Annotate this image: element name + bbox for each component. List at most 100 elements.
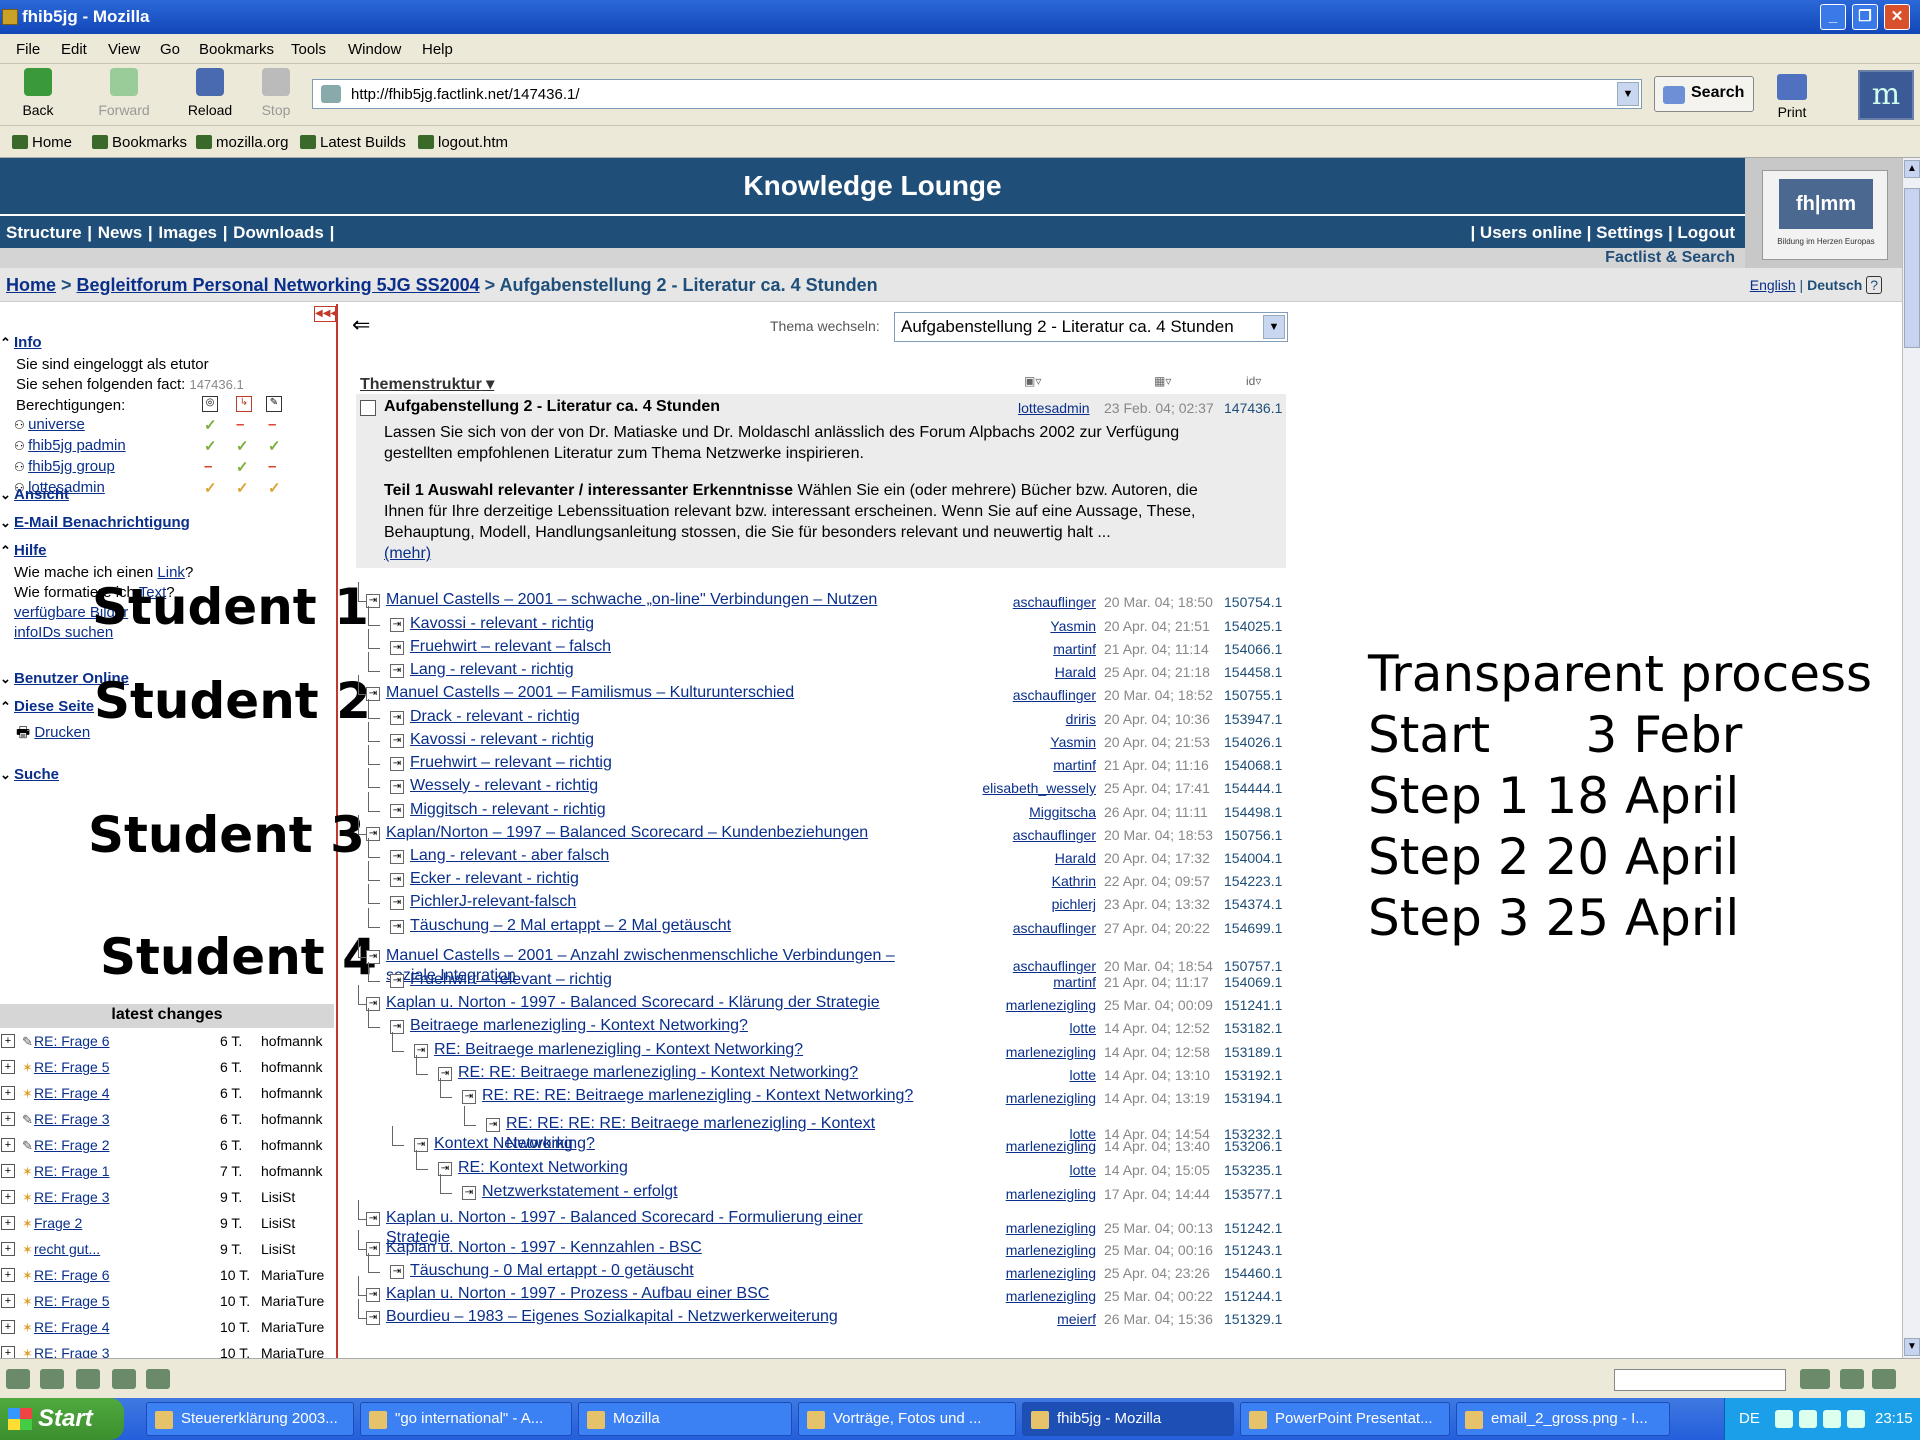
expand-icon[interactable]: +: [1, 1164, 15, 1178]
site-nav-left[interactable]: Structure | News | Images | Downloads |: [6, 223, 334, 243]
latest-change-item[interactable]: + ✶ RE: Frage 4 10 T. MariaTure: [0, 1316, 334, 1342]
latest-change-item[interactable]: + ✶ RE: Frage 4 6 T. hofmannk: [0, 1082, 334, 1108]
latest-change-title[interactable]: RE: Frage 1: [34, 1163, 109, 1179]
expand-icon[interactable]: ⇥: [390, 1265, 404, 1279]
taskbar-item[interactable]: "go international" - A...: [360, 1402, 572, 1436]
site-nav-right[interactable]: | Users online | Settings | Logout: [1470, 223, 1735, 243]
expand-icon[interactable]: +: [1, 1268, 15, 1282]
thread-author[interactable]: meierf: [1057, 1311, 1096, 1327]
scroll-down-icon[interactable]: ▼: [1904, 1338, 1920, 1356]
latest-change-title[interactable]: recht gut...: [34, 1241, 100, 1257]
diese-seite-link[interactable]: Diese Seite: [14, 698, 94, 715]
menu-edit[interactable]: Edit: [61, 41, 87, 58]
menu-window[interactable]: Window: [348, 41, 401, 58]
thread-author[interactable]: Kathrin: [1052, 873, 1096, 889]
email-link[interactable]: E-Mail Benachrichtigung: [14, 514, 190, 531]
expand-icon[interactable]: ⇥: [390, 734, 404, 748]
expand-icon[interactable]: +: [1, 1034, 15, 1048]
breadcrumb-forum[interactable]: Begleitforum Personal Networking 5JG SS2…: [77, 275, 480, 295]
info-section[interactable]: ⌃ Info: [0, 334, 42, 351]
thread-author[interactable]: Yasmin: [1050, 734, 1096, 750]
navigator-icon[interactable]: [6, 1369, 30, 1389]
thread-author[interactable]: marlenezigling: [1006, 1138, 1096, 1154]
thread-title[interactable]: Täuschung – 2 Mal ertappt – 2 Mal getäus…: [410, 917, 731, 935]
thread-author[interactable]: aschauflinger: [1013, 594, 1096, 610]
latest-change-title[interactable]: RE: Frage 3: [34, 1189, 109, 1205]
thread-title[interactable]: Kaplan/Norton – 1997 – Balanced Scorecar…: [386, 824, 868, 842]
thread-author[interactable]: driris: [1066, 711, 1096, 727]
thema-select[interactable]: Aufgabenstellung 2 - Literatur ca. 4 Stu…: [894, 312, 1288, 342]
scroll-thumb[interactable]: [1904, 188, 1920, 348]
latest-change-title[interactable]: RE: Frage 5: [34, 1293, 109, 1309]
thread-author[interactable]: Harald: [1055, 850, 1096, 866]
thread-title[interactable]: Kaplan u. Norton - 1997 - Kennzahlen - B…: [386, 1239, 702, 1257]
ansicht-link[interactable]: Ansicht: [14, 486, 69, 503]
expand-icon[interactable]: ⇥: [390, 804, 404, 818]
maximize-button[interactable]: ❐: [1852, 4, 1878, 30]
expand-icon[interactable]: ⇥: [366, 1311, 380, 1325]
expand-icon[interactable]: ⇥: [390, 664, 404, 678]
expand-icon[interactable]: ⇥: [390, 757, 404, 771]
expand-icon[interactable]: +: [1, 1294, 15, 1308]
ansicht-section[interactable]: ⌄ Ansicht: [0, 486, 69, 503]
tray-network-icon[interactable]: [1823, 1410, 1841, 1428]
thread-author[interactable]: marlenezigling: [1006, 1090, 1096, 1106]
hilfe-link[interactable]: Hilfe: [14, 542, 47, 559]
id-column-icon[interactable]: id▿: [1246, 374, 1274, 390]
security-icon[interactable]: [1800, 1369, 1830, 1389]
menu-bookmarks[interactable]: Bookmarks: [199, 41, 274, 58]
search-button[interactable]: Search: [1654, 76, 1754, 112]
expand-icon[interactable]: ⇥: [390, 641, 404, 655]
thread-title[interactable]: RE: RE: Beitraege marlenezigling - Konte…: [458, 1064, 858, 1082]
thread-author[interactable]: pichlerj: [1052, 896, 1096, 912]
bookmark-logout[interactable]: logout.htm: [418, 134, 508, 151]
expand-icon[interactable]: +: [1, 1216, 15, 1230]
thread-author[interactable]: marlenezigling: [1006, 1265, 1096, 1281]
latest-change-title[interactable]: RE: Frage 3: [34, 1111, 109, 1127]
suche-link[interactable]: Suche: [14, 766, 59, 783]
thread-title[interactable]: Täuschung - 0 Mal ertappt - 0 getäuscht: [410, 1262, 694, 1280]
chevron-down-icon[interactable]: ▼: [1263, 315, 1285, 339]
latest-change-item[interactable]: + ✶ RE: Frage 1 7 T. hofmannk: [0, 1160, 334, 1186]
tray-arrow-icon[interactable]: [1775, 1410, 1793, 1428]
thread-title[interactable]: Bourdieu – 1983 – Eigenes Sozialkapital …: [386, 1308, 838, 1326]
info-link[interactable]: Info: [14, 334, 42, 351]
group-link[interactable]: fhib5jg padmin: [28, 437, 126, 454]
expand-icon[interactable]: ⇥: [390, 850, 404, 864]
collapse-sidebar-icon[interactable]: ◀◀◀: [314, 306, 338, 322]
thread-title[interactable]: RE: RE: RE: Beitraege marlenezigling - K…: [482, 1087, 913, 1105]
thread-author[interactable]: lotte: [1070, 1067, 1096, 1083]
thread-title[interactable]: RE: Beitraege marlenezigling - Kontext N…: [434, 1041, 803, 1059]
back-arrow-icon[interactable]: ⇐: [352, 312, 370, 338]
expand-icon[interactable]: ⇥: [390, 711, 404, 725]
thread-author[interactable]: Harald: [1055, 664, 1096, 680]
taskbar-item[interactable]: Mozilla: [578, 1402, 792, 1436]
minimize-button[interactable]: _: [1820, 4, 1846, 30]
expand-icon[interactable]: +: [1, 1320, 15, 1334]
thread-title[interactable]: Kavossi - relevant - richtig: [410, 615, 594, 633]
tray-language[interactable]: DE: [1739, 1410, 1760, 1427]
factlist-search-link[interactable]: Factlist & Search: [1605, 249, 1735, 267]
taskbar-item[interactable]: Vorträge, Fotos und ...: [798, 1402, 1016, 1436]
latest-change-item[interactable]: + ✶ RE: Frage 5 6 T. hofmannk: [0, 1056, 334, 1082]
thread-title[interactable]: Wessely - relevant - richtig: [410, 777, 598, 795]
latest-change-title[interactable]: RE: Frage 4: [34, 1085, 109, 1101]
expand-icon[interactable]: +: [1, 1112, 15, 1126]
latest-change-item[interactable]: + ✶ Frage 2 9 T. LisiSt: [0, 1212, 334, 1238]
online-icon[interactable]: [1840, 1369, 1864, 1389]
latest-change-item[interactable]: + ✶ RE: Frage 6 10 T. MariaTure: [0, 1264, 334, 1290]
bookmark-mozilla[interactable]: mozilla.org: [196, 134, 289, 151]
thread-author[interactable]: marlenezigling: [1006, 1044, 1096, 1060]
thread-title[interactable]: Lang - relevant - richtig: [410, 661, 574, 679]
latest-change-item[interactable]: + ✎ RE: Frage 2 6 T. hofmannk: [0, 1134, 334, 1160]
thread-author[interactable]: aschauflinger: [1013, 687, 1096, 703]
latest-change-item[interactable]: + ✎ RE: Frage 6 6 T. hofmannk: [0, 1030, 334, 1056]
taskbar-item[interactable]: fhib5jg - Mozilla: [1022, 1402, 1234, 1436]
bookmark-home[interactable]: Home: [12, 134, 72, 151]
expand-icon[interactable]: ⇥: [366, 1212, 380, 1226]
expand-icon[interactable]: ⇥: [390, 896, 404, 910]
thread-title[interactable]: Kavossi - relevant - richtig: [410, 731, 594, 749]
thread-title[interactable]: Fruehwirt – relevant – richtig: [410, 971, 612, 989]
latest-change-item[interactable]: + ✶ RE: Frage 3 9 T. LisiSt: [0, 1186, 334, 1212]
expand-icon[interactable]: +: [1, 1190, 15, 1204]
